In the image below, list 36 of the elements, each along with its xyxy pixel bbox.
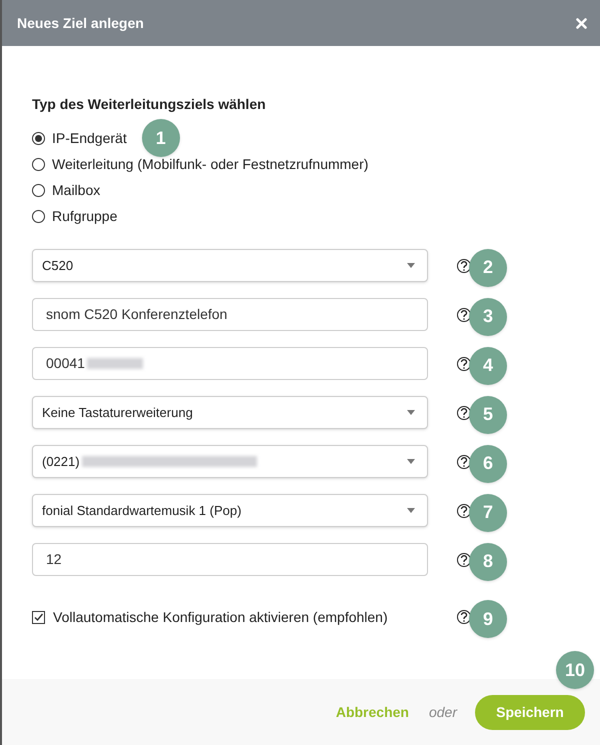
checkbox[interactable] <box>32 610 45 624</box>
step-badge: 8 <box>469 542 507 580</box>
dropdown[interactable]: fonial Standardwartemusik 1 (Pop) <box>32 494 428 527</box>
caret-icon <box>407 459 415 464</box>
separator-text: oder <box>428 702 457 722</box>
caret-icon <box>407 410 415 415</box>
radio-button[interactable] <box>32 132 45 144</box>
step-badge: 7 <box>469 494 507 532</box>
step-badge: 4 <box>469 346 507 384</box>
checkbox-label: Vollautomatische Konfiguration aktivieren (empfohlen) <box>53 608 389 627</box>
input-field[interactable]: snom C520 Konferenztelefon <box>32 298 428 331</box>
option-label: Rufgruppe <box>52 206 118 226</box>
input-field[interactable]: 00041 <box>32 347 428 380</box>
dialog-title: Neues Ziel anlegen <box>17 14 144 33</box>
step-badge: 2 <box>469 248 507 286</box>
step-badge: 6 <box>469 444 507 482</box>
caret-icon <box>407 263 415 268</box>
step-badge: 1 <box>142 119 180 157</box>
section-heading: Typ des Weiterleitungsziels wählen <box>32 95 267 114</box>
input-field[interactable]: 12 <box>32 543 428 576</box>
radio-button[interactable] <box>32 184 45 196</box>
dropdown[interactable]: Keine Tastaturerweiterung <box>32 396 428 429</box>
step-badge: 9 <box>469 600 507 638</box>
caret-icon <box>407 508 415 513</box>
radio-button[interactable] <box>32 210 45 222</box>
dropdown[interactable]: (0221) <box>32 445 428 478</box>
step-badge: 5 <box>469 396 507 434</box>
option-label: Mailbox <box>52 180 100 200</box>
option-label: IP-Endgerät <box>52 128 127 148</box>
close-icon[interactable] <box>576 18 587 28</box>
step-badge: 3 <box>469 298 507 336</box>
step-badge: 10 <box>556 651 594 689</box>
radio-button[interactable] <box>32 158 45 170</box>
dropdown[interactable]: C520 <box>32 249 428 282</box>
redaction-blur <box>86 358 143 369</box>
option-label: Weiterleitung (Mobilfunk- oder Festnetzrufnummer) <box>52 154 368 174</box>
